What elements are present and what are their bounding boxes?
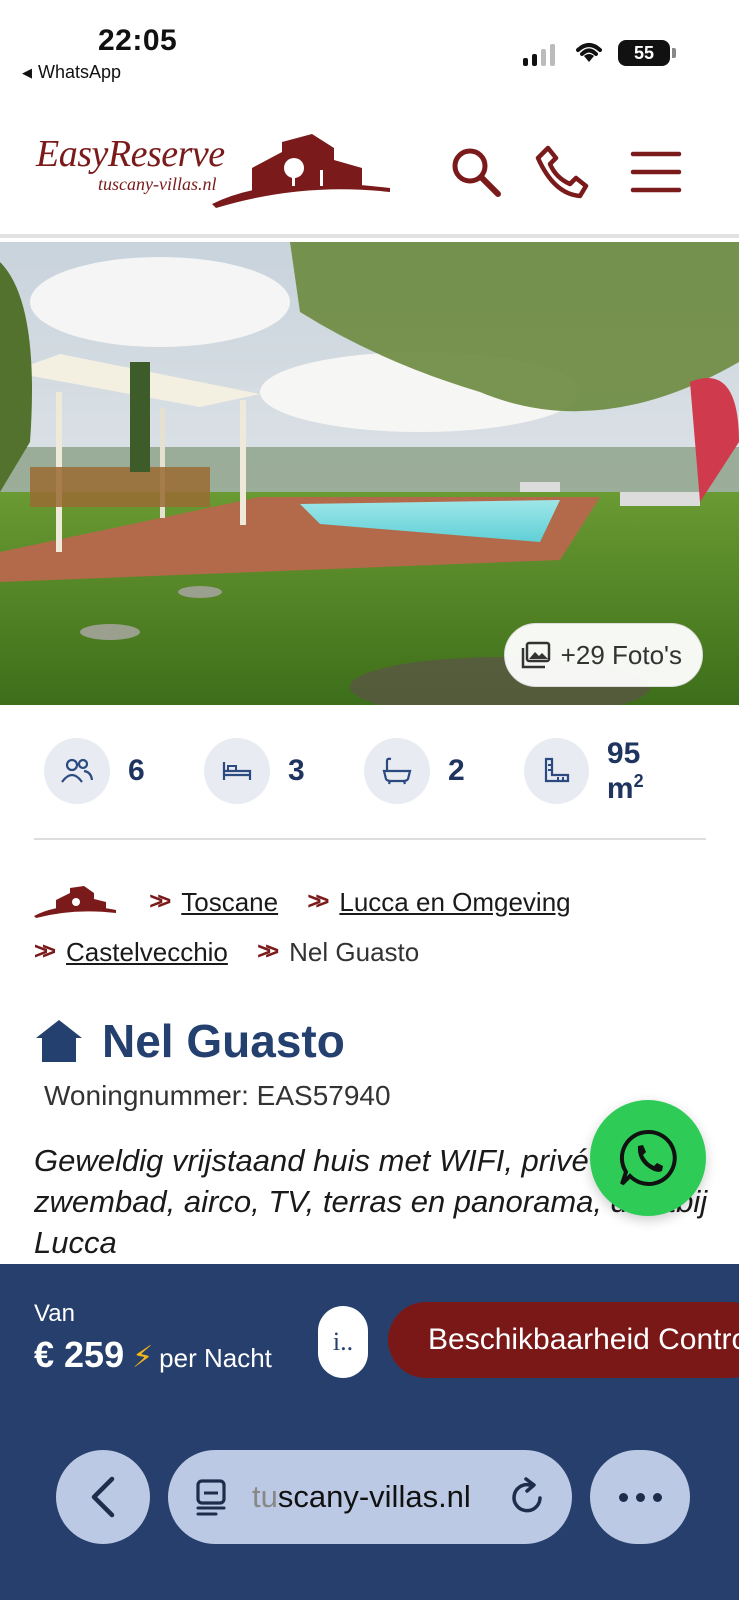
chevron-right-icon: >>	[149, 888, 171, 915]
breadcrumb-link[interactable]: Toscane	[181, 878, 278, 926]
lightning-icon: ⚡	[132, 1341, 154, 1374]
more-photos-button[interactable]: +29 Foto's	[503, 623, 703, 687]
gallery-icon	[521, 641, 550, 669]
browser-url-domain: scany-villas.nl	[277, 1479, 471, 1514]
browser-more-button[interactable]	[590, 1450, 690, 1544]
cellular-signal-icon	[523, 42, 555, 66]
booking-bar: Van € 259 ⚡ per Nacht i.. Beschikbaarhei…	[0, 1264, 739, 1600]
stat-guests: 6	[44, 738, 204, 804]
home-logo-icon[interactable]	[34, 886, 116, 919]
price-info-button[interactable]: i..	[318, 1306, 368, 1378]
breadcrumb-link[interactable]: Castelvecchio	[66, 928, 228, 976]
chevron-right-icon: >>	[34, 938, 56, 965]
stat-area: 95 m2	[524, 737, 684, 806]
wifi-icon	[576, 43, 602, 62]
stat-area-value: 95 m2	[607, 737, 684, 806]
chevron-left-icon	[91, 1476, 115, 1518]
breadcrumb-item-toscane[interactable]: >> Toscane	[149, 878, 278, 926]
property-title-row: Nel Guasto	[34, 1014, 345, 1068]
search-icon[interactable]	[448, 144, 504, 200]
dot	[618, 1492, 628, 1502]
price-block: € 259 ⚡ per Nacht	[34, 1334, 272, 1376]
price-from-label: Van	[34, 1300, 75, 1327]
chevron-right-icon: >>	[257, 938, 279, 965]
whatsapp-button[interactable]	[590, 1100, 706, 1216]
bath-icon	[382, 757, 412, 785]
logo-main-text: EasyReserve	[36, 133, 225, 175]
chevron-right-icon: >>	[307, 888, 329, 915]
property-stats: 6 3 2 95 m2	[44, 737, 704, 806]
price-per-label: per Nacht	[159, 1343, 272, 1373]
battery-icon: 55	[618, 40, 676, 66]
tab-overview-icon	[196, 1479, 226, 1516]
price-amount: € 259	[34, 1334, 125, 1375]
status-time: 22:05	[98, 24, 178, 57]
stat-bedrooms-value: 3	[288, 754, 305, 787]
stat-bathrooms-value: 2	[448, 754, 465, 787]
house-icon	[36, 1020, 82, 1062]
stat-bedrooms: 3	[204, 738, 364, 804]
site-header: EasyReserve tuscany-villas.nl	[0, 100, 739, 238]
stat-area-unit-exponent: 2	[633, 770, 644, 791]
stat-guests-value: 6	[128, 754, 145, 787]
property-number: Woningnummer: EAS57940	[44, 1080, 391, 1111]
site-logo[interactable]: EasyReserve tuscany-villas.nl	[36, 132, 225, 195]
whatsapp-icon	[619, 1129, 677, 1186]
page-title: Nel Guasto	[102, 1015, 345, 1067]
logo-house-icon	[212, 134, 390, 208]
bed-icon	[222, 762, 252, 780]
breadcrumb-current-label: Nel Guasto	[289, 937, 420, 967]
logo-sub-text: tuscany-villas.nl	[98, 174, 217, 194]
browser-back-button[interactable]	[56, 1450, 150, 1544]
back-to-app-link[interactable]: ◀ WhatsApp	[22, 62, 121, 83]
stat-bathrooms: 2	[364, 738, 524, 804]
browser-url-text: tuscany-villas.nl	[252, 1479, 471, 1515]
breadcrumb-item-lucca[interactable]: >> Lucca en Omgeving	[307, 878, 570, 926]
guests-icon	[61, 758, 94, 783]
browser-url-bar[interactable]: tuscany-villas.nl	[168, 1450, 572, 1544]
check-availability-label: Beschikbaarheid Controleren	[428, 1323, 739, 1356]
check-availability-button[interactable]: Beschikbaarheid Controleren	[388, 1302, 739, 1378]
back-app-label: WhatsApp	[38, 62, 122, 82]
breadcrumb-link[interactable]: Lucca en Omgeving	[339, 878, 570, 926]
breadcrumb: >> Toscane >> Lucca en Omgeving >> Castelve…	[34, 876, 694, 976]
reload-icon[interactable]	[508, 1476, 548, 1518]
more-photos-label: +29 Foto's	[560, 639, 682, 670]
breadcrumb-item-castelvecchio[interactable]: >> Castelvecchio	[34, 928, 228, 976]
browser-url-faded: tu	[252, 1479, 278, 1514]
menu-icon[interactable]	[630, 144, 682, 200]
status-bar: 22:05 ◀ WhatsApp 55	[0, 0, 739, 100]
phone-icon[interactable]	[534, 144, 590, 200]
dot	[652, 1492, 662, 1502]
back-triangle-icon: ◀	[22, 64, 32, 80]
section-divider	[34, 838, 706, 840]
dot	[635, 1492, 645, 1502]
area-icon	[545, 757, 570, 783]
breadcrumb-item-current: >> Nel Guasto	[257, 928, 419, 976]
hero-photo[interactable]: +29 Foto's	[0, 242, 739, 705]
